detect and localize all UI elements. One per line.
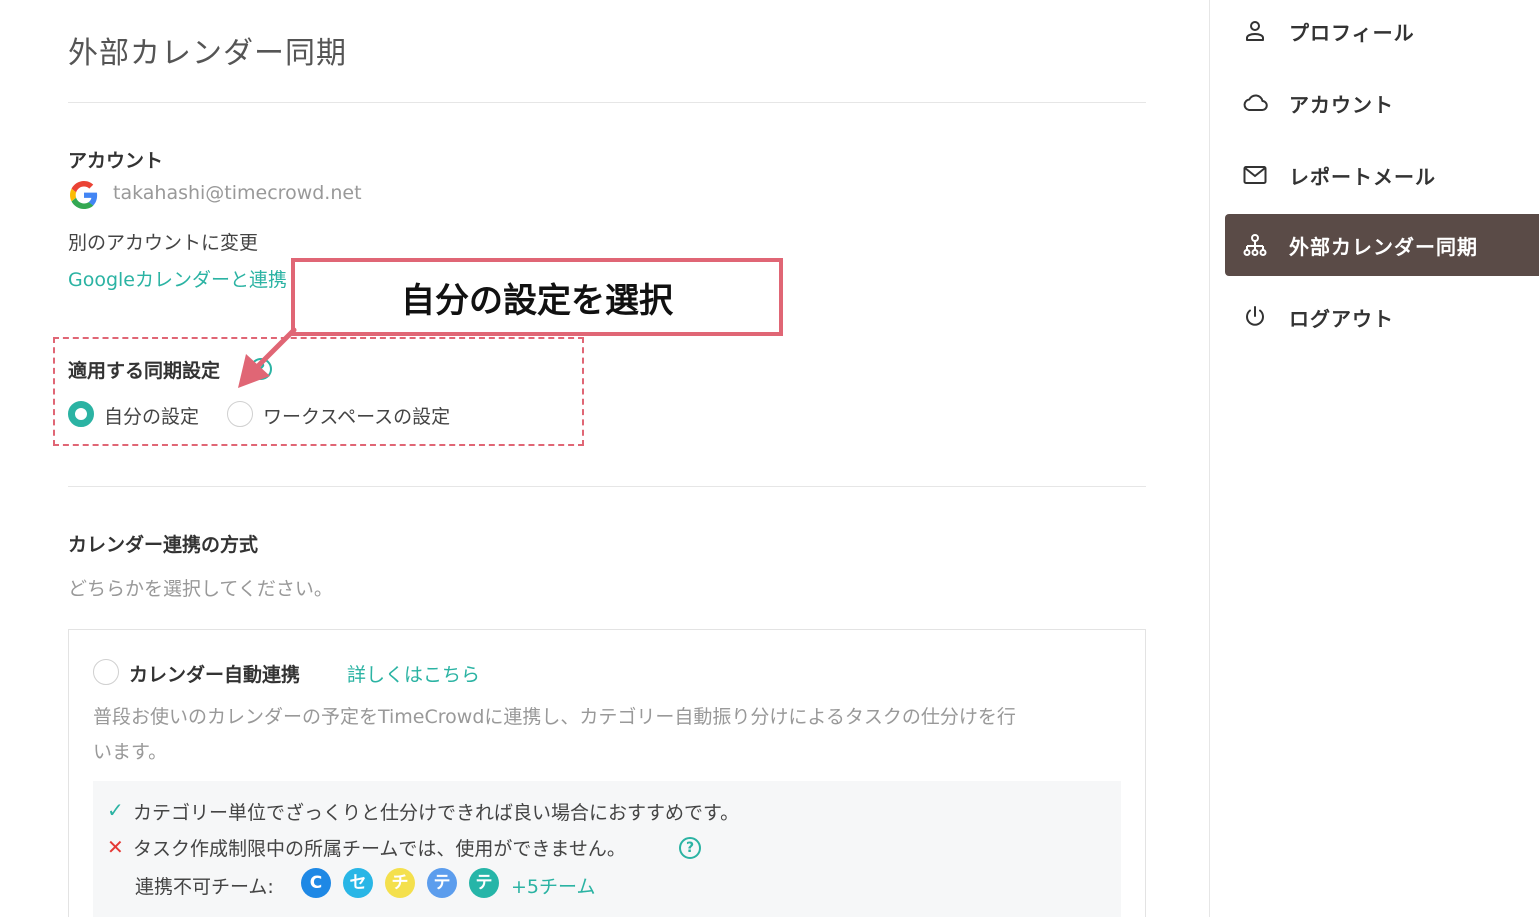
auto-sync-title: カレンダー自動連携: [129, 664, 301, 686]
check-icon: ✓: [107, 798, 124, 822]
unavailable-teams-label: 連携不可チーム:: [135, 876, 274, 898]
sidebar-item-label: プロフィール: [1289, 20, 1415, 45]
sidebar-item-label: レポートメール: [1289, 164, 1436, 189]
sidebar-item-account[interactable]: アカウント: [1225, 72, 1539, 134]
sidebar-item-report-mail[interactable]: レポートメール: [1225, 144, 1539, 206]
account-email: takahashi@timecrowd.net: [113, 182, 362, 204]
radio-workspace-settings[interactable]: [227, 401, 253, 427]
auto-sync-description-2: います。: [93, 741, 168, 763]
radio-auto-sync[interactable]: [93, 659, 119, 685]
annotation-callout: 自分の設定を選択: [291, 258, 783, 336]
sitemap-icon: [1241, 231, 1269, 259]
team-avatar: チ: [385, 868, 415, 898]
sidebar-item-logout[interactable]: ログアウト: [1225, 286, 1539, 348]
mail-icon: [1241, 161, 1269, 189]
sidebar-item-calendar-sync[interactable]: 外部カレンダー同期: [1225, 214, 1539, 276]
sidebar-item-label: アカウント: [1289, 92, 1394, 117]
account-label: アカウント: [68, 150, 164, 172]
team-avatar: テ: [469, 868, 499, 898]
power-icon: [1241, 303, 1269, 331]
google-icon: [70, 181, 98, 209]
section-divider: [68, 486, 1146, 487]
sidebar-item-label: 外部カレンダー同期: [1289, 234, 1478, 259]
more-teams-link[interactable]: +5チーム: [511, 872, 595, 899]
change-account-text: 別のアカウントに変更: [68, 232, 259, 254]
method-label: カレンダー連携の方式: [68, 534, 259, 556]
team-avatar: テ: [427, 868, 457, 898]
sync-settings-label: 適用する同期設定: [68, 360, 221, 382]
help-icon[interactable]: ?: [679, 837, 701, 859]
annotation-text: 自分の設定を選択: [401, 280, 673, 321]
sync-settings-highlight: [53, 337, 584, 446]
auto-sync-pro: カテゴリー単位でざっくりと仕分けできれば良い場合におすすめです。: [133, 802, 740, 824]
settings-sidebar: プロフィール アカウント レポートメール 外部カレンダー同期 ログアウト: [1209, 0, 1539, 917]
google-calendar-link[interactable]: Googleカレンダーと連携: [68, 265, 287, 292]
method-hint: どちらかを選択してください。: [68, 578, 333, 600]
auto-sync-description-1: 普段お使いのカレンダーの予定をTimeCrowdに連携し、カテゴリー自動振り分け…: [93, 706, 1016, 728]
sidebar-item-profile[interactable]: プロフィール: [1225, 0, 1539, 62]
settings-main: 外部カレンダー同期 アカウント takahashi@timecrowd.net …: [0, 0, 1210, 917]
page-title: 外部カレンダー同期: [68, 36, 347, 71]
radio-my-settings[interactable]: [68, 401, 94, 427]
team-avatar: セ: [343, 868, 373, 898]
radio-workspace-settings-label: ワークスペースの設定: [263, 406, 451, 428]
person-icon: [1241, 17, 1269, 45]
cloud-icon: [1241, 89, 1269, 117]
details-link[interactable]: 詳しくはこちら: [347, 660, 480, 687]
cross-icon: ✕: [107, 835, 124, 859]
radio-my-settings-label: 自分の設定: [104, 406, 200, 428]
team-avatar: C: [301, 868, 331, 898]
annotation-arrow-icon: [238, 327, 297, 388]
auto-sync-con: タスク作成制限中の所属チームでは、使用ができません。: [133, 838, 626, 860]
title-divider: [68, 102, 1146, 103]
sidebar-item-label: ログアウト: [1289, 306, 1394, 331]
